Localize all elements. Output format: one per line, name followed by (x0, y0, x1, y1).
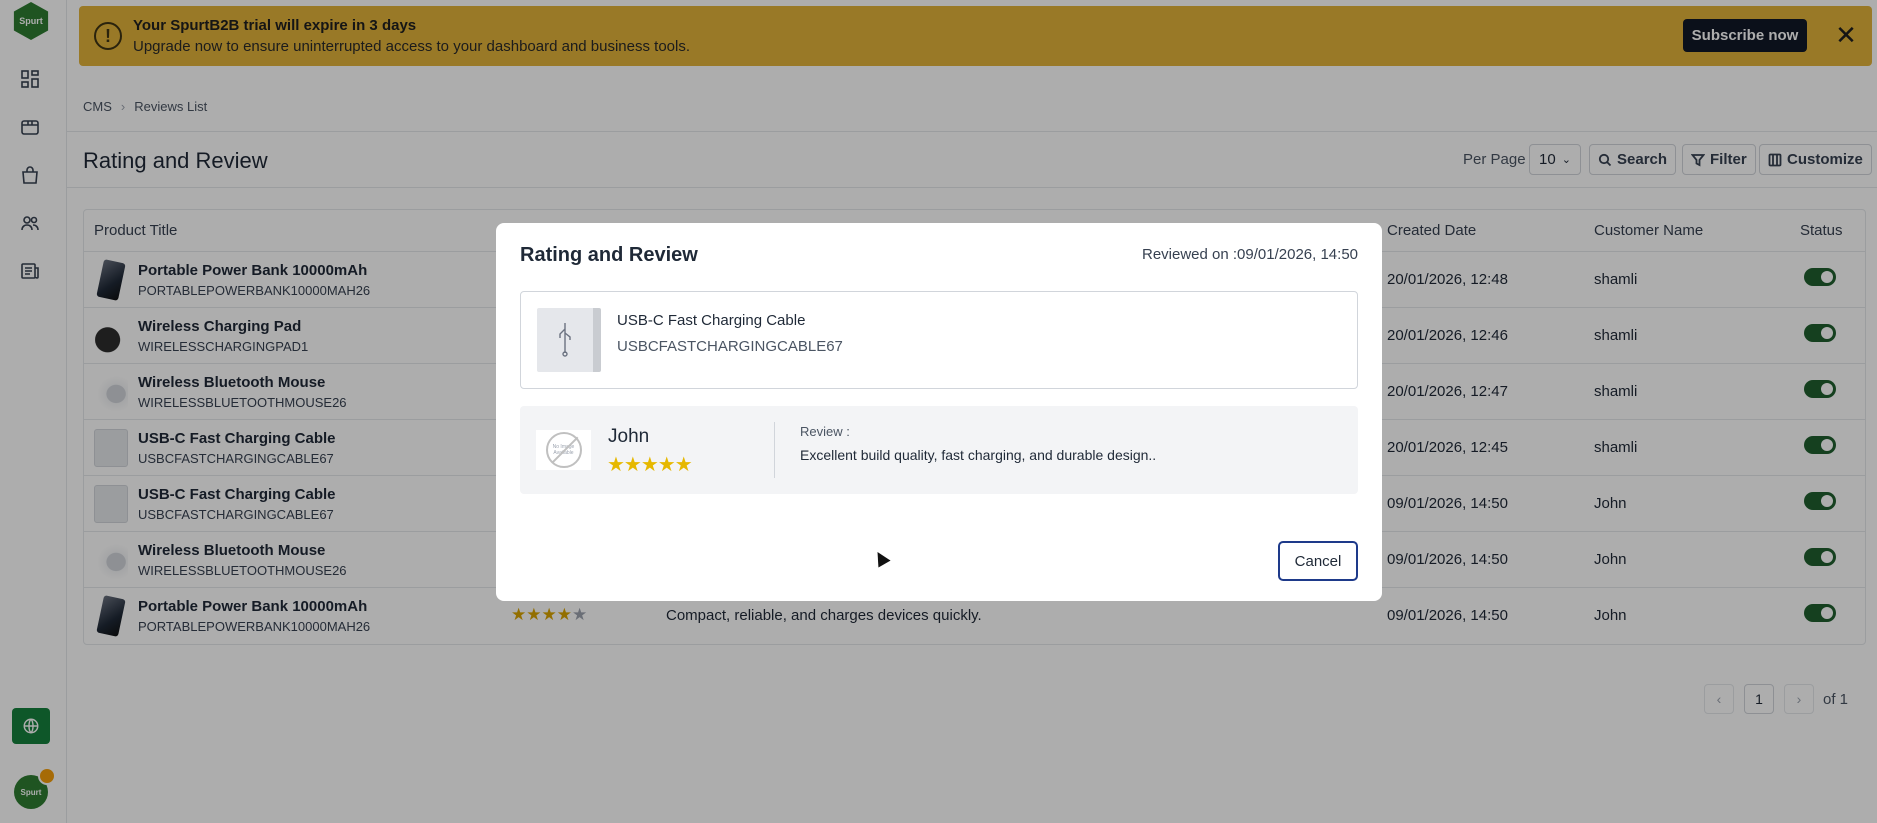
modal-title: Rating and Review (520, 244, 698, 266)
reviewer-name: John (608, 426, 650, 447)
modal-product-name: USB-C Fast Charging Cable (617, 312, 806, 329)
review-modal: Rating and Review Reviewed on :09/01/202… (496, 223, 1382, 601)
modal-product-card: USB-C Fast Charging Cable USBCFASTCHARGI… (520, 291, 1358, 389)
no-image-icon: No Image Available (545, 432, 582, 468)
cancel-button[interactable]: Cancel (1278, 541, 1358, 581)
reviewed-on: Reviewed on :09/01/2026, 14:50 (1142, 246, 1358, 263)
divider (774, 422, 775, 478)
review-text: Excellent build quality, fast charging, … (800, 447, 1157, 463)
review-label: Review : (800, 424, 850, 439)
modal-review-card: No Image Available John ★★★★★ Review : E… (520, 406, 1358, 494)
product-image (537, 308, 601, 372)
modal-product-sku: USBCFASTCHARGINGCABLE67 (617, 338, 843, 355)
reviewer-avatar: No Image Available (536, 430, 591, 470)
usb-cable-icon (559, 323, 571, 357)
rating-stars: ★★★★★ (607, 454, 693, 476)
